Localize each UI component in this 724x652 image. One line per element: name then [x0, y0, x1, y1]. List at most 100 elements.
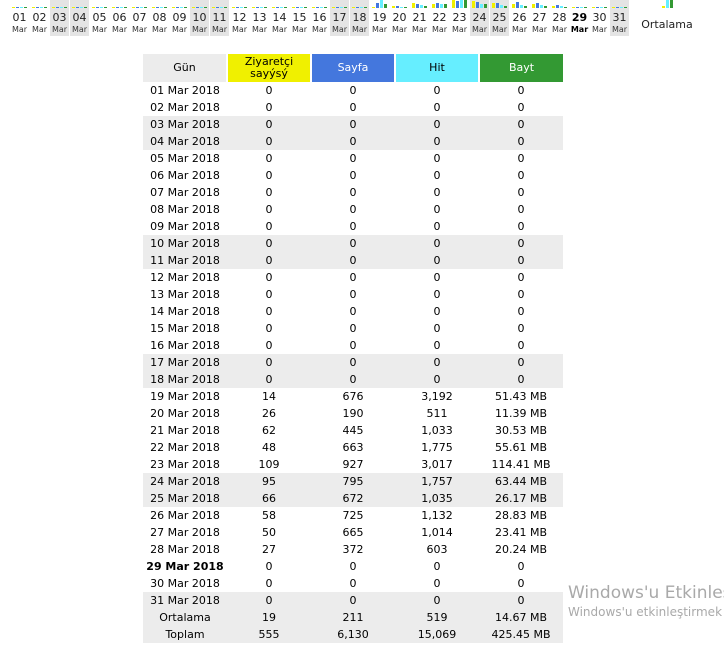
row-hits: 0: [433, 203, 441, 216]
day-bars: [452, 0, 467, 8]
day-pages-bar: [416, 4, 419, 8]
day-bytes-bar: [244, 7, 247, 8]
row-pages: 665: [342, 526, 364, 539]
day-pages-bar: [216, 7, 219, 8]
row-date: 28 Mar 2018: [150, 543, 220, 556]
row-bytes: 20.24 MB: [494, 543, 548, 556]
day-number: 20: [392, 11, 407, 24]
day-month: Mar: [31, 25, 48, 34]
row-visitors: 0: [265, 288, 273, 301]
row-date: 01 Mar 2018: [150, 84, 220, 97]
day-visits-bar: [412, 3, 415, 8]
row-bytes: 55.61 MB: [494, 441, 548, 454]
day-visits-bar: [432, 4, 435, 8]
row-hits: 511: [426, 407, 448, 420]
row-hits: 0: [433, 560, 441, 573]
day-visits-bar: [592, 7, 595, 8]
day-number: 06: [112, 11, 127, 24]
day-bytes-bar: [144, 7, 147, 8]
row-pages: 0: [311, 133, 395, 150]
day-bars: [252, 0, 267, 8]
day-bars: [72, 0, 87, 8]
day-number: 17: [332, 11, 347, 24]
day-bytes-bar: [24, 7, 27, 8]
day-month: Mar: [611, 25, 628, 34]
row-bytes: 0: [517, 322, 525, 335]
row-bytes: 0: [479, 371, 563, 388]
day-column: 05 Mar: [90, 0, 109, 36]
row-hits: 1,132: [421, 509, 453, 522]
table-row: 20 Mar 2018 26 190 511 11.39 MB: [143, 405, 563, 422]
day-bars: [52, 0, 67, 8]
average-label: Ortalama: [641, 18, 693, 31]
day-bars: [612, 0, 627, 8]
day-month: Mar: [451, 25, 468, 34]
average-bars: [660, 0, 674, 8]
day-pages-bar: [276, 7, 279, 8]
total-bytes: 425.45 MB: [479, 626, 563, 643]
day-visits-bar: [172, 7, 175, 8]
day-pages-bar: [436, 3, 439, 8]
day-bars: [412, 0, 427, 8]
average-visitors: 19: [227, 609, 311, 626]
row-pages: 0: [349, 186, 357, 199]
day-bars: [572, 0, 587, 8]
day-bars: [532, 0, 547, 8]
day-bytes-bar: [484, 4, 487, 8]
day-bars: [392, 0, 407, 8]
day-column: 23 Mar: [450, 0, 469, 36]
row-visitors: 0: [265, 577, 273, 590]
day-column: 24 Mar: [470, 0, 489, 36]
avg-visits-bar: [661, 6, 665, 8]
average-hits: 519: [395, 609, 479, 626]
row-hits: 0: [433, 84, 441, 97]
row-date: 22 Mar 2018: [150, 441, 220, 454]
day-month: Mar: [291, 25, 308, 34]
row-hits: 0: [433, 305, 441, 318]
header-hits: Hit: [395, 54, 480, 82]
row-pages: 0: [349, 339, 357, 352]
row-visitors: 95: [227, 473, 311, 490]
row-hits: 0: [433, 152, 441, 165]
day-pages-bar: [296, 7, 299, 8]
day-pages-bar: [236, 7, 239, 8]
row-bytes: 0: [517, 152, 525, 165]
row-hits: 0: [395, 252, 479, 269]
day-month: Mar: [91, 25, 108, 34]
day-bytes-bar: [404, 7, 407, 8]
day-month: Mar: [271, 25, 288, 34]
day-pages-bar: [476, 2, 479, 8]
day-bytes-bar: [64, 7, 67, 8]
day-hits-bar: [440, 4, 443, 8]
row-bytes: 0: [517, 84, 525, 97]
day-month: Mar: [591, 25, 608, 34]
row-pages: 0: [311, 592, 395, 609]
row-bytes: 0: [479, 235, 563, 252]
day-bars: [212, 0, 227, 8]
day-hits-bar: [200, 7, 203, 8]
day-bars: [172, 0, 187, 8]
day-visits-bar: [212, 7, 215, 8]
day-hits-bar: [420, 5, 423, 8]
day-hits-bar: [400, 7, 403, 8]
day-bars: [92, 0, 107, 8]
day-bars: [432, 0, 447, 8]
day-column: 16 Mar: [310, 0, 329, 36]
table-row: 15 Mar 2018 0 0 0 0: [143, 320, 563, 337]
day-bars: [112, 0, 127, 8]
row-date: 26 Mar 2018: [150, 509, 220, 522]
day-bytes-bar: [104, 7, 107, 8]
row-date: 27 Mar 2018: [150, 526, 220, 539]
day-column: 02 Mar: [30, 0, 49, 36]
day-number: 27: [532, 11, 547, 24]
day-pages-bar: [36, 7, 39, 8]
day-hits-bar: [40, 7, 43, 8]
day-bytes-bar: [84, 7, 87, 8]
day-number: 14: [272, 11, 287, 24]
row-date: 29 Mar 2018: [146, 560, 224, 573]
row-date: 08 Mar 2018: [150, 203, 220, 216]
row-date: 21 Mar 2018: [150, 424, 220, 437]
day-pages-bar: [196, 7, 199, 8]
row-pages: 676: [342, 390, 364, 403]
day-number: 05: [92, 11, 107, 24]
